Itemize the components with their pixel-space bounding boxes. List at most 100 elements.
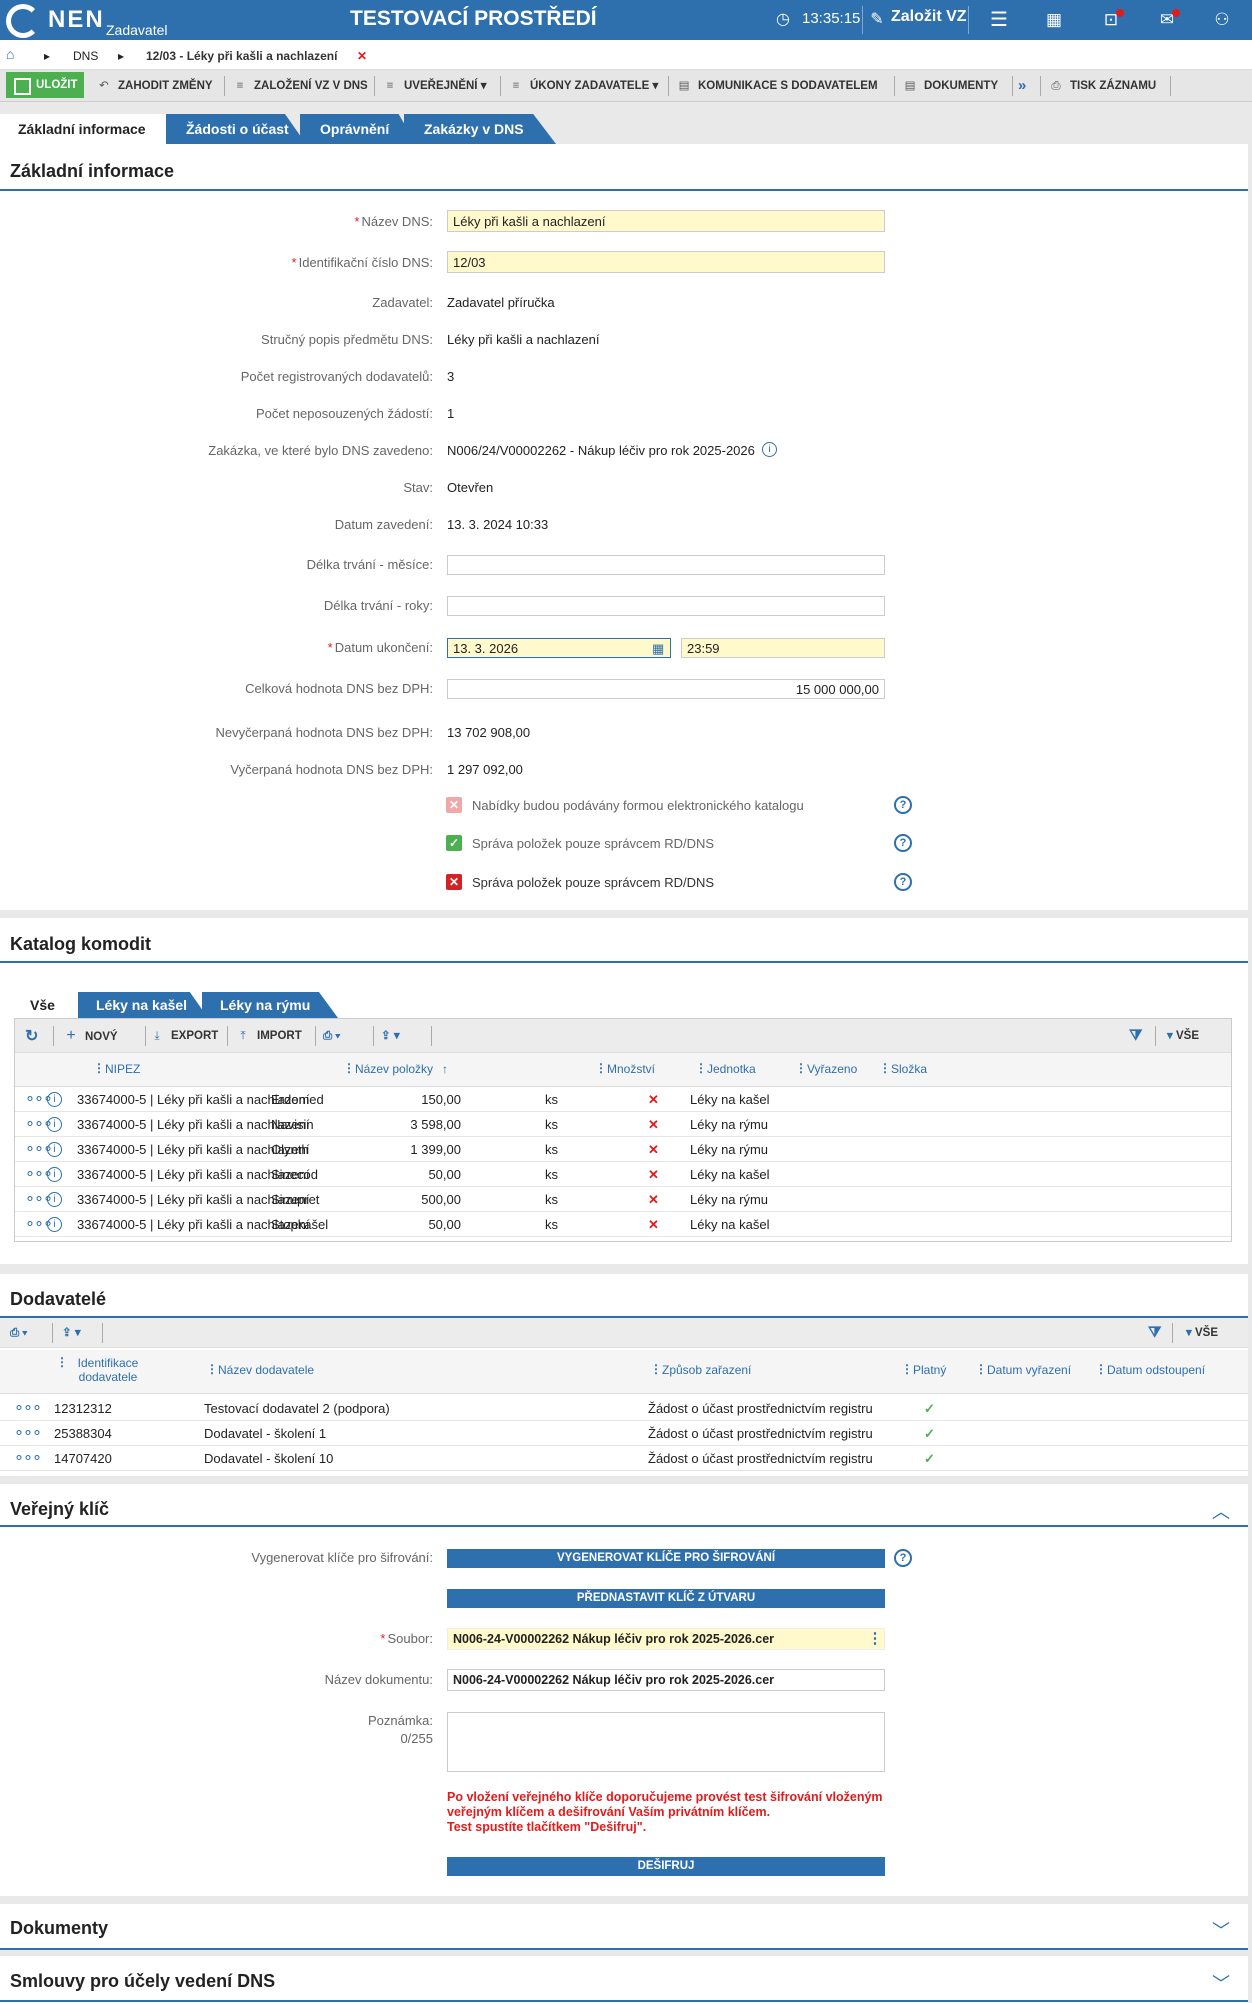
- col-withdrawal-date[interactable]: Datum odstoupení: [1095, 1362, 1205, 1377]
- catalog-offers-checkbox[interactable]: ✕: [446, 797, 462, 813]
- row-menu-icon[interactable]: ∘∘∘: [14, 1447, 42, 1467]
- info-icon[interactable]: i: [47, 1167, 62, 1182]
- inbox-notification-dot: [1116, 9, 1124, 17]
- col-folder[interactable]: Složka: [879, 1061, 927, 1076]
- print-dropdown[interactable]: ⎙ ▾: [10, 1323, 27, 1343]
- documents-button[interactable]: ▤ DOKUMENTY: [902, 76, 999, 96]
- generate-keys-button[interactable]: VYGENEROVAT KLÍČE PRO ŠIFROVÁNÍ: [447, 1549, 885, 1568]
- col-item-name[interactable]: Název položky: [343, 1061, 433, 1076]
- chevron-down-icon: ▾: [1167, 1030, 1173, 1042]
- share-dropdown[interactable]: ⇪ ▾: [381, 1026, 400, 1046]
- view-all-dropdown[interactable]: ▾ VŠE: [1186, 1323, 1218, 1343]
- help-icon[interactable]: ?: [894, 834, 912, 852]
- contract-link[interactable]: N006/24/V00002262 - Nákup léčiv pro rok …: [447, 443, 755, 458]
- months-input[interactable]: [447, 555, 885, 575]
- view-all-dropdown[interactable]: ▾ VŠE: [1167, 1026, 1199, 1046]
- print-dropdown[interactable]: ⎙ ▾: [323, 1026, 340, 1046]
- help-icon[interactable]: ?: [894, 796, 912, 814]
- end-date-input[interactable]: 13. 3. 2026: [447, 638, 671, 658]
- tab-rhinitis[interactable]: Léky na rýmu: [202, 992, 338, 1018]
- end-time-input[interactable]: 23:59: [681, 638, 885, 658]
- save-button[interactable]: ULOŽIT: [6, 72, 84, 98]
- export-button[interactable]: ⤓ EXPORT: [149, 1026, 218, 1046]
- filter-icon[interactable]: ⧩: [1129, 1026, 1142, 1046]
- nen-logo-icon[interactable]: [6, 4, 40, 38]
- table-row[interactable]: ∘∘∘ 25388304 Dodavatel - školení 1 Žádost o…: [0, 1421, 1248, 1446]
- row-menu-icon[interactable]: ∘∘∘: [14, 1397, 42, 1417]
- calculator-icon[interactable]: ▦: [1043, 9, 1065, 31]
- table-row[interactable]: ∘∘∘ i 33674000-5 | Léky při kašli a nachla…: [15, 1137, 1231, 1162]
- contracts-panel[interactable]: Smlouvy pro účely vedení DNS ﹀: [0, 1956, 1248, 2003]
- col-supplier-id[interactable]: Identifikace dodavatele: [56, 1355, 148, 1384]
- calendar-icon[interactable]: ▦: [652, 641, 664, 657]
- table-row[interactable]: ∘∘∘ 14707420 Dodavatel - školení 10 Žádost …: [0, 1446, 1248, 1471]
- communication-button[interactable]: ▤ KOMUNIKACE S DODAVATELEM: [676, 76, 878, 96]
- filter-icon[interactable]: ⧩: [1148, 1323, 1161, 1343]
- new-button[interactable]: + NOVÝ: [63, 1026, 117, 1046]
- table-row[interactable]: ∘∘∘ i 33674000-5 | Léky při kašli a nachla…: [15, 1087, 1231, 1112]
- file-input[interactable]: N006-24-V00002262 Nákup léčiv pro rok 20…: [447, 1628, 885, 1650]
- items-admin-checkbox[interactable]: ✓: [446, 835, 462, 851]
- info-icon[interactable]: i: [47, 1192, 62, 1207]
- discard-changes-button[interactable]: ↶ ZAHODIT ZMĚNY: [96, 76, 212, 96]
- home-icon[interactable]: ⌂: [6, 46, 14, 62]
- tab-basic-info[interactable]: Základní informace: [0, 114, 166, 144]
- info-icon[interactable]: i: [47, 1117, 62, 1132]
- help-icon[interactable]: ?: [894, 1549, 912, 1567]
- actions-dropdown[interactable]: ≡ ÚKONY ZADAVATELE ▾: [508, 76, 659, 96]
- info-icon[interactable]: i: [762, 442, 777, 457]
- print-button[interactable]: ⎙ TISK ZÁZNAMU: [1048, 76, 1156, 96]
- sort-asc-icon[interactable]: ↑: [442, 1062, 448, 1076]
- col-supplier-name[interactable]: Název dodavatele: [206, 1362, 314, 1377]
- table-row[interactable]: ∘∘∘ i 33674000-5 | Léky při kašli a nachla…: [15, 1212, 1231, 1237]
- refresh-icon[interactable]: ↻: [25, 1027, 38, 1047]
- note-textarea[interactable]: [447, 1712, 885, 1772]
- preset-key-button[interactable]: PŘEDNASTAVIT KLÍČ Z ÚTVARU: [447, 1589, 885, 1608]
- share-dropdown[interactable]: ⇪ ▾: [62, 1323, 81, 1343]
- dns-id-input[interactable]: 12/03: [447, 251, 885, 273]
- col-valid[interactable]: Platný: [901, 1362, 946, 1377]
- info-icon[interactable]: i: [47, 1092, 62, 1107]
- docname-input[interactable]: N006-24-V00002262 Nákup léčiv pro rok 20…: [447, 1669, 885, 1691]
- tab-all[interactable]: Vše: [16, 992, 78, 1018]
- import-button[interactable]: ⤒ IMPORT: [235, 1026, 301, 1046]
- upload-icon: ⤒: [240, 1030, 246, 1042]
- edit-icon[interactable]: ✎: [866, 9, 888, 31]
- items-admin-checkbox-2[interactable]: ✕: [446, 874, 462, 890]
- chevron-down-icon[interactable]: ﹀: [1212, 1970, 1230, 1996]
- table-row[interactable]: ∘∘∘ i 33674000-5 | Léky při kašli a nachla…: [15, 1187, 1231, 1212]
- create-vz-dns-button[interactable]: ≡ ZALOŽENÍ VZ V DNS: [232, 76, 368, 96]
- create-vz-button[interactable]: Založit VZ: [891, 8, 967, 26]
- decrypt-button[interactable]: DEŠIFRUJ: [447, 1857, 885, 1876]
- col-unit[interactable]: Jednotka: [695, 1061, 756, 1076]
- close-icon[interactable]: ✕: [357, 49, 367, 63]
- row-menu-icon[interactable]: ∘∘∘: [14, 1422, 42, 1442]
- table-row[interactable]: ∘∘∘ i 33674000-5 | Léky při kašli a nachla…: [15, 1162, 1231, 1187]
- col-excluded[interactable]: Vyřazeno: [795, 1061, 857, 1076]
- user-icon[interactable]: ⚇: [1211, 9, 1233, 31]
- col-quantity[interactable]: Množství: [595, 1061, 655, 1076]
- tab-permissions[interactable]: Oprávnění: [300, 114, 416, 144]
- dns-name-input[interactable]: Léky při kašli a nachlazení: [447, 210, 885, 232]
- help-icon[interactable]: ?: [894, 873, 912, 891]
- col-nipez[interactable]: NIPEZ: [93, 1061, 140, 1076]
- col-inclusion[interactable]: Způsob zařazení: [650, 1362, 751, 1377]
- tab-contracts-in-dns[interactable]: Zakázky v DNS: [404, 114, 556, 144]
- menu-icon[interactable]: ☰: [988, 9, 1010, 31]
- chevron-down-icon[interactable]: ﹀: [1212, 1917, 1230, 1943]
- table-row[interactable]: ∘∘∘ i 33674000-5 | Léky při kašli a nachla…: [15, 1112, 1231, 1137]
- documents-panel[interactable]: Dokumenty ﹀: [0, 1904, 1248, 1950]
- tab-cough[interactable]: Léky na kašel: [78, 992, 208, 1018]
- info-icon[interactable]: i: [47, 1217, 62, 1232]
- tab-requests[interactable]: Žádosti o účast: [166, 114, 306, 144]
- chevron-up-icon[interactable]: ︿: [1212, 1498, 1230, 1524]
- more-icon[interactable]: »: [1018, 76, 1026, 96]
- years-input[interactable]: [447, 596, 885, 616]
- info-icon[interactable]: i: [47, 1142, 62, 1157]
- breadcrumb-dns[interactable]: DNS: [73, 49, 98, 63]
- publish-dropdown[interactable]: ≡ UVEŘEJNĚNÍ ▾: [382, 76, 487, 96]
- col-exclusion-date[interactable]: Datum vyřazení: [975, 1362, 1071, 1377]
- total-input[interactable]: 15 000 000,00: [447, 679, 885, 699]
- table-row[interactable]: ∘∘∘ 12312312 Testovací dodavatel 2 (podpor…: [0, 1396, 1248, 1421]
- more-options-icon[interactable]: ⋮: [866, 1629, 884, 1649]
